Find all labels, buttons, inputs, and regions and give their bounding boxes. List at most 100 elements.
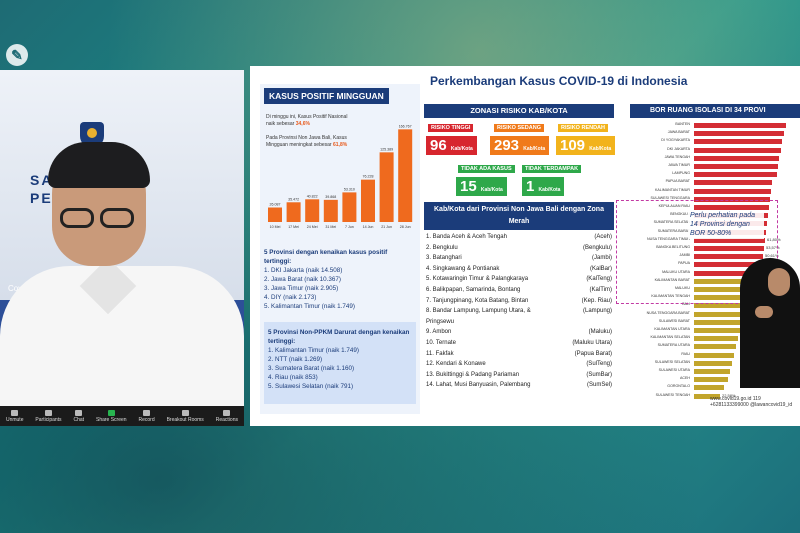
province-name: (Papua Barat) bbox=[574, 350, 612, 357]
province-label: SUMATERA UTARA bbox=[657, 343, 690, 348]
list-item: 5. Kalimantan Timur (naik 1.749) bbox=[264, 303, 355, 310]
bor-bar bbox=[694, 311, 744, 317]
province-label: NUSA TENGGARA BARAT bbox=[646, 310, 690, 315]
list-item: 3. Sumatera Barat (naik 1.160) bbox=[268, 365, 355, 372]
list-item: 3. Jawa Timur (naik 2.905) bbox=[264, 285, 339, 292]
risk-medium-label: RISIKO SEDANG bbox=[494, 124, 545, 132]
table-row: 14. Lahat, Musi Banyuasin, Palembang (Sum… bbox=[426, 382, 612, 388]
bar-value-label: 40.822 bbox=[307, 194, 318, 198]
unmute-button[interactable]: Unmute bbox=[6, 409, 23, 423]
table-row: 1. Banda Aceh & Aceh Tengah (Aceh) bbox=[426, 234, 612, 240]
bar-5 bbox=[361, 179, 375, 222]
province-label: DI YOGYAKARTA bbox=[661, 138, 690, 143]
reactions-button[interactable]: Reactions bbox=[216, 409, 238, 423]
zoom-toolbar: Unmute Participants Chat Share Screen Re… bbox=[0, 406, 244, 426]
bor-bar bbox=[694, 352, 734, 358]
bor-bar bbox=[694, 344, 736, 350]
province-name: (KalBar) bbox=[589, 265, 612, 272]
risk-high-value: 96 Kab/Kota bbox=[426, 136, 477, 155]
bar-value-label: 35.472 bbox=[288, 197, 299, 201]
district-name: 14. Lahat, Musi Banyuasin, Palembang bbox=[426, 382, 531, 389]
table-row: 3. Batanghari (Jambi) bbox=[426, 255, 612, 261]
table-row: 11. Fakfak (Papua Barat) bbox=[426, 351, 612, 357]
unaffected-value: 1 Kab/Kota bbox=[522, 177, 565, 196]
province-label: BANTEN bbox=[675, 122, 690, 126]
chat-icon bbox=[75, 409, 83, 416]
province-label: KALIMANTAN UTARA bbox=[654, 327, 690, 331]
table-row: 7. Tanjungpinang, Kota Batang, Bintan (Ke… bbox=[426, 298, 612, 304]
bor-row: JAWA TENGAH bbox=[630, 155, 800, 163]
bor-row: DI YOGYAKARTA bbox=[630, 138, 800, 146]
bor-bar bbox=[694, 155, 779, 161]
record-icon bbox=[143, 409, 151, 416]
bar-value-label: 26.087 bbox=[270, 203, 281, 207]
district-name: 13. Bukittinggi & Padang Pariaman bbox=[426, 371, 520, 378]
province-label: SULAWESI SELATAN bbox=[654, 359, 690, 364]
province-label: DKI JAKARTA bbox=[667, 146, 690, 151]
bor-bar bbox=[694, 164, 778, 169]
microphone-icon bbox=[11, 409, 19, 416]
province-label: LAMPUNG bbox=[672, 171, 690, 176]
bar-4 bbox=[342, 192, 357, 222]
list-item: 2. Jawa Barat (naik 10.367) bbox=[264, 276, 342, 283]
province-label: JAWA TENGAH bbox=[664, 154, 690, 159]
no-case-label: TIDAK ADA KASUS bbox=[458, 165, 515, 173]
district-name: 1. Banda Aceh & Aceh Tengah bbox=[426, 234, 507, 240]
bar-category-label: 10 Mei bbox=[270, 225, 281, 229]
non-ppkm-list: 5 Provinsi Non-PPKM Darurat dengan kenai… bbox=[268, 328, 412, 391]
bar-category-label: 7 Jun bbox=[345, 225, 354, 229]
participants-button[interactable]: Participants bbox=[35, 409, 62, 423]
list-item: 5. Sulawesi Selatan (naik 791) bbox=[268, 383, 354, 390]
bor-row: JAWA TIMUR bbox=[630, 163, 800, 171]
presentation-slide: Perkembangan Kasus COVID-19 di Indonesia… bbox=[250, 66, 800, 426]
province-label: KALIMANTAN TIMUR bbox=[654, 187, 690, 192]
bor-bar bbox=[694, 377, 728, 383]
province-label: ACEH bbox=[680, 376, 690, 381]
district-name: 9. Ambon bbox=[426, 329, 452, 336]
bor-bar bbox=[694, 188, 771, 194]
bar-value-label: 166.767 bbox=[399, 124, 412, 128]
record-button[interactable]: Record bbox=[139, 409, 155, 423]
risk-low-value: 109 Kab/Kota bbox=[556, 136, 616, 155]
bor-bar bbox=[694, 319, 742, 325]
breakout-rooms-button[interactable]: Breakout Rooms bbox=[167, 409, 204, 423]
chat-button[interactable]: Chat bbox=[73, 409, 84, 423]
list-item: 4. Riau (naik 853) bbox=[268, 374, 318, 381]
province-label: JAWA TIMUR bbox=[668, 163, 690, 167]
list-item: 2. NTT (naik 1.269) bbox=[268, 356, 323, 363]
bar-category-label: 24 Mei bbox=[307, 225, 318, 229]
province-label: PAPUA BARAT bbox=[665, 179, 690, 184]
bar-category-label: 31 Mei bbox=[325, 225, 336, 229]
share-screen-button[interactable]: Share Screen bbox=[96, 409, 127, 423]
bar-value-label: 76.228 bbox=[363, 175, 374, 179]
province-name: (Kep. Riau) bbox=[581, 297, 612, 304]
bor-row: DKI JAKARTA bbox=[630, 147, 800, 155]
channel-logo-icon: ✎ bbox=[6, 44, 28, 66]
district-name: 11. Fakfak bbox=[426, 350, 454, 357]
bar-category-label: 17 Mei bbox=[288, 225, 299, 229]
glasses bbox=[56, 208, 140, 230]
bor-bar bbox=[694, 123, 786, 128]
province-name: (KalTeng) bbox=[586, 276, 612, 283]
province-name: (KalTim) bbox=[589, 287, 612, 293]
unaffected-label: TIDAK TERDAMPAK bbox=[522, 165, 582, 173]
bar-3 bbox=[323, 199, 338, 222]
weekly-cases-panel: KASUS POSITIF MINGGUAN Di minggu ini, Ka… bbox=[260, 84, 420, 414]
slide-footer: www.covid19.go.id 119 +6281133399000 @la… bbox=[710, 396, 793, 408]
bar-1 bbox=[286, 202, 301, 222]
table-row: 13. Bukittinggi & Padang Pariaman (SumBar… bbox=[426, 372, 612, 378]
province-name: (Lampung) bbox=[582, 308, 612, 315]
list-item: 1. DKI Jakarta (naik 14.508) bbox=[264, 267, 343, 274]
province-name: (SumBar) bbox=[586, 371, 612, 378]
table-row: 5. Kotawaringin Timur & Palangkaraya (Kal… bbox=[426, 276, 612, 282]
interpreter-hand bbox=[755, 306, 773, 318]
province-name: (SulTeng) bbox=[586, 361, 612, 368]
district-name: 3. Batanghari bbox=[426, 255, 462, 262]
district-name: 10. Ternate bbox=[426, 340, 456, 346]
province-label: JAWA BARAT bbox=[667, 130, 690, 135]
table-row: 12. Kendari & Konawe (SulTeng) bbox=[426, 361, 612, 367]
district-name: 8. Bandar Lampung, Lampung Utara, & bbox=[426, 308, 531, 315]
bar-value-label: 39.868 bbox=[325, 195, 336, 199]
district-name: 6. Balikpapan, Samarinda, Bontang bbox=[426, 287, 521, 293]
province-name: (Maluku Utara) bbox=[572, 340, 612, 346]
